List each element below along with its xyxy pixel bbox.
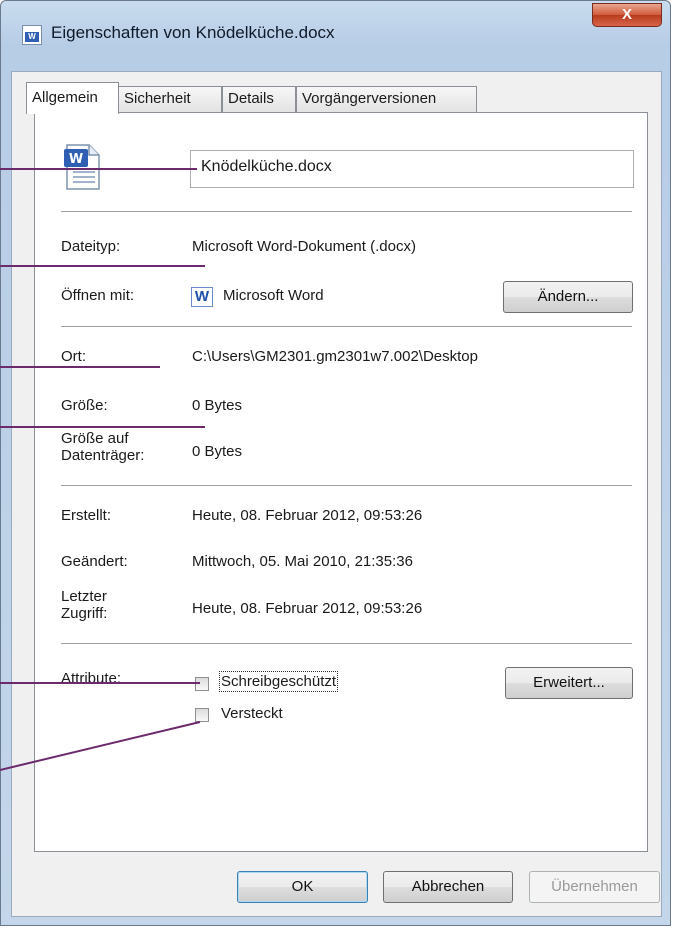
geaendert-label: Geändert: bbox=[61, 553, 128, 570]
letzter-zugriff-value: Heute, 08. Februar 2012, 09:53:26 bbox=[192, 600, 423, 617]
separator bbox=[61, 643, 632, 645]
dateityp-label: Dateityp: bbox=[61, 238, 121, 255]
erstellt-label: Erstellt: bbox=[61, 507, 112, 524]
ort-value: C:\Users\GM2301.gm2301w7.002\Desktop bbox=[192, 348, 478, 365]
attribute-label: Attribute: bbox=[61, 670, 122, 687]
microsoft-word-icon: W bbox=[191, 287, 213, 307]
abbrechen-button[interactable]: Abbrechen bbox=[383, 871, 513, 903]
erstellt-value: Heute, 08. Februar 2012, 09:53:26 bbox=[192, 507, 423, 524]
groesse-datentraeger-label-line2: Datenträger: bbox=[61, 447, 145, 464]
erweitert-button[interactable]: Erweitert... bbox=[505, 667, 633, 699]
title-bar[interactable]: W Eigenschaften von Knödelküche.docx X bbox=[1, 1, 670, 45]
tab-vorgaengerversionen[interactable]: Vorgängerversionen bbox=[296, 86, 477, 112]
close-button[interactable]: X bbox=[592, 3, 662, 27]
separator bbox=[61, 211, 632, 213]
svg-text:W: W bbox=[69, 152, 83, 167]
tab-allgemein[interactable]: Allgemein bbox=[26, 82, 119, 114]
groesse-datentraeger-value: 0 Bytes bbox=[192, 443, 243, 460]
separator bbox=[61, 326, 632, 328]
groesse-label: Größe: bbox=[61, 397, 108, 414]
letzter-zugriff-label-line2: Zugriff: bbox=[61, 605, 108, 622]
filename-input[interactable]: Knödelküche.docx bbox=[190, 150, 634, 188]
versteckt-label[interactable]: Versteckt bbox=[221, 705, 283, 722]
versteckt-checkbox[interactable] bbox=[195, 708, 209, 722]
schreibgeschuetzt-label[interactable]: Schreibgeschützt bbox=[218, 671, 339, 692]
letzter-zugriff-label: Letzter Zugriff: bbox=[61, 588, 107, 622]
tab-sicherheit[interactable]: Sicherheit bbox=[118, 86, 222, 112]
ort-label: Ort: bbox=[61, 348, 86, 365]
window-title: Eigenschaften von Knödelküche.docx bbox=[51, 23, 335, 42]
groesse-datentraeger-label: Größe auf Datenträger: bbox=[61, 430, 144, 464]
aendern-button[interactable]: Ändern... bbox=[503, 281, 633, 313]
tab-details[interactable]: Details bbox=[222, 86, 296, 112]
word-document-icon: W bbox=[22, 25, 42, 45]
ok-button[interactable]: OK bbox=[237, 871, 368, 903]
schreibgeschuetzt-checkbox[interactable] bbox=[195, 677, 209, 691]
oeffnen-mit-value: Microsoft Word bbox=[223, 287, 324, 304]
oeffnen-mit-label: Öffnen mit: bbox=[61, 287, 135, 304]
dateityp-value: Microsoft Word-Dokument (.docx) bbox=[192, 238, 416, 255]
groesse-datentraeger-label-line1: Größe auf bbox=[61, 430, 129, 447]
letzter-zugriff-label-line1: Letzter bbox=[61, 588, 107, 605]
tab-panel-allgemein bbox=[34, 112, 648, 852]
geaendert-value: Mittwoch, 05. Mai 2010, 21:35:36 bbox=[192, 553, 413, 570]
groesse-value: 0 Bytes bbox=[192, 397, 243, 414]
uebernehmen-button[interactable]: Übernehmen bbox=[529, 871, 660, 903]
word-document-icon: W bbox=[64, 144, 100, 190]
separator bbox=[61, 485, 632, 487]
